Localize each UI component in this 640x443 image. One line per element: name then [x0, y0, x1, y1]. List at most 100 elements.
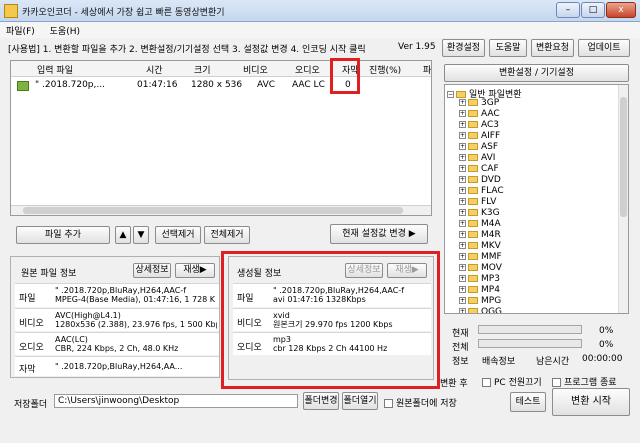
expand-icon[interactable]: + — [459, 110, 466, 117]
folder-icon — [468, 154, 478, 161]
expand-icon[interactable]: + — [459, 165, 466, 172]
tree-item-ac3[interactable]: + AC3 — [459, 120, 499, 131]
settings-button[interactable]: 환경설정 — [442, 39, 485, 57]
apply-settings-button[interactable]: 현재 설정값 변경 ▶ — [330, 224, 428, 244]
move-up-button[interactable]: ▲ — [115, 226, 131, 244]
expand-icon[interactable]: + — [459, 231, 466, 238]
expand-icon[interactable]: + — [459, 264, 466, 271]
exit-program-checkbox[interactable]: 프로그램 종료 — [552, 375, 617, 388]
source-video-label: 비디오 — [19, 319, 44, 329]
tree-item-mp3[interactable]: + MP3 — [459, 274, 500, 285]
remove-selected-button[interactable]: 선택제거 — [155, 226, 201, 244]
video-file-icon — [17, 81, 29, 91]
expand-icon[interactable]: + — [459, 242, 466, 249]
output-video-value: xvid 원본크기 29.970 fps 1200 Kbps — [273, 311, 393, 329]
col-extra[interactable]: 파 — [423, 63, 431, 76]
folder-icon — [468, 264, 478, 271]
remove-all-button[interactable]: 전체제거 — [204, 226, 250, 244]
menu-help[interactable]: 도움(H) — [44, 22, 86, 39]
usage-steps: [사용법] 1. 변환할 파일을 추가 2. 변환설정/기기설정 선택 3. 설… — [8, 45, 366, 55]
checkbox-icon[interactable] — [482, 378, 491, 387]
expand-icon[interactable]: + — [459, 286, 466, 293]
source-play-button[interactable]: 재생▶ — [175, 263, 215, 278]
expand-icon[interactable]: + — [459, 132, 466, 139]
same-folder-checkbox[interactable]: 원본폴더에 저장 — [384, 396, 457, 409]
tree-item-mmf[interactable]: + MMF — [459, 252, 502, 263]
maximize-button[interactable]: □ — [581, 2, 605, 18]
col-video[interactable]: 비디오 — [243, 63, 268, 76]
menu-file[interactable]: 파일(F) — [0, 22, 41, 39]
tree-item-avi[interactable]: + AVI — [459, 153, 495, 164]
update-button[interactable]: 업데이트 — [578, 39, 630, 57]
expand-icon[interactable]: + — [459, 275, 466, 282]
source-audio-value: AAC(LC) CBR, 224 Kbps, 2 Ch, 48.0 KHz — [55, 335, 179, 353]
expand-icon[interactable]: + — [459, 198, 466, 205]
tree-item-mkv[interactable]: + MKV — [459, 241, 501, 252]
settings-header[interactable]: 변환설정 / 기기설정 — [444, 64, 629, 82]
tree-scrollbar[interactable] — [618, 85, 628, 313]
help-button[interactable]: 도움말 — [489, 39, 527, 57]
expand-icon[interactable]: + — [459, 220, 466, 227]
close-button[interactable]: x — [606, 2, 636, 18]
expand-icon[interactable]: + — [459, 209, 466, 216]
tree-item-flv[interactable]: + FLV — [459, 197, 496, 208]
tree-item-ogg[interactable]: + OGG — [459, 307, 502, 313]
col-input-file[interactable]: 입력 파일 — [37, 63, 73, 76]
output-play-button[interactable]: 재생▶ — [387, 263, 427, 278]
tree-item-flac[interactable]: + FLAC — [459, 186, 504, 197]
expand-icon[interactable]: + — [459, 187, 466, 194]
folder-icon — [468, 132, 478, 139]
request-button[interactable]: 변환요청 — [531, 39, 574, 57]
expand-icon[interactable]: + — [459, 297, 466, 304]
expand-icon[interactable]: + — [459, 154, 466, 161]
source-info-title: 원본 파일 정보 — [21, 269, 77, 279]
open-folder-button[interactable]: 폴더열기 — [342, 392, 378, 410]
expand-icon[interactable]: + — [459, 121, 466, 128]
move-down-button[interactable]: ▼ — [133, 226, 149, 244]
horizontal-scrollbar[interactable] — [11, 205, 431, 215]
menu-bar: 파일(F) 도움(H) — [0, 22, 640, 38]
col-progress[interactable]: 진행(%) — [369, 63, 401, 76]
settings-tree[interactable]: − 일반 파일변환 +3GP + AAC + AC3 + AIFF + ASF + AVI + CAF + D… — [444, 84, 629, 314]
collapse-icon[interactable]: − — [447, 91, 454, 98]
col-time[interactable]: 시간 — [146, 63, 163, 76]
tree-item-mp4[interactable]: + MP4 — [459, 285, 500, 296]
table-row[interactable]: " .2018.720p,... 01:47:16 1280 x 536 AVC… — [11, 78, 431, 94]
tree-item-mov[interactable]: + MOV — [459, 263, 502, 274]
test-button[interactable]: 테스트 — [510, 392, 546, 412]
tree-item-3gp[interactable]: +3GP — [459, 98, 499, 109]
minimize-button[interactable]: – — [556, 2, 580, 18]
version-label: Ver 1.95 — [398, 42, 436, 52]
tree-item-asf[interactable]: + ASF — [459, 142, 498, 153]
expand-icon[interactable]: + — [459, 176, 466, 183]
checkbox-icon[interactable] — [552, 378, 561, 387]
expand-icon[interactable]: + — [459, 253, 466, 260]
output-detail-button[interactable]: 상세정보 — [345, 263, 383, 278]
tree-root[interactable]: − 일반 파일변환 — [447, 87, 522, 100]
tree-item-aac[interactable]: + AAC — [459, 109, 500, 120]
tree-item-caf[interactable]: + CAF — [459, 164, 499, 175]
tree-item-k3g[interactable]: + K3G — [459, 208, 500, 219]
add-file-button[interactable]: 파일 추가 — [16, 226, 110, 244]
folder-icon — [468, 275, 478, 282]
tree-item-aiff[interactable]: + AIFF — [459, 131, 500, 142]
tree-item-mpg[interactable]: + MPG — [459, 296, 501, 307]
cell-file: " .2018.720p,... — [35, 80, 105, 90]
tree-item-dvd[interactable]: + DVD — [459, 175, 501, 186]
file-list[interactable]: 입력 파일 시간 크기 비디오 오디오 자막 진행(%) 파 " .2018.7… — [10, 60, 432, 216]
after-convert-label: 변환 후 — [440, 379, 468, 389]
start-convert-button[interactable]: 변환 시작 — [552, 388, 630, 416]
tree-item-m4a[interactable]: + M4A — [459, 219, 501, 230]
tree-item-m4r[interactable]: + M4R — [459, 230, 501, 241]
expand-icon[interactable]: + — [459, 99, 466, 106]
expand-icon[interactable]: + — [459, 143, 466, 150]
source-detail-button[interactable]: 상세정보 — [133, 263, 171, 278]
col-size[interactable]: 크기 — [194, 63, 211, 76]
col-audio[interactable]: 오디오 — [295, 63, 320, 76]
checkbox-icon[interactable] — [384, 399, 393, 408]
output-audio-value: mp3 cbr 128 Kbps 2 Ch 44100 Hz — [273, 335, 388, 353]
save-folder-input[interactable]: C:\Users\jinwoong\Desktop — [54, 394, 298, 408]
pc-off-checkbox[interactable]: PC 전원끄기 — [482, 375, 542, 388]
change-folder-button[interactable]: 폴더변경 — [303, 392, 339, 410]
expand-icon[interactable]: + — [459, 308, 466, 313]
